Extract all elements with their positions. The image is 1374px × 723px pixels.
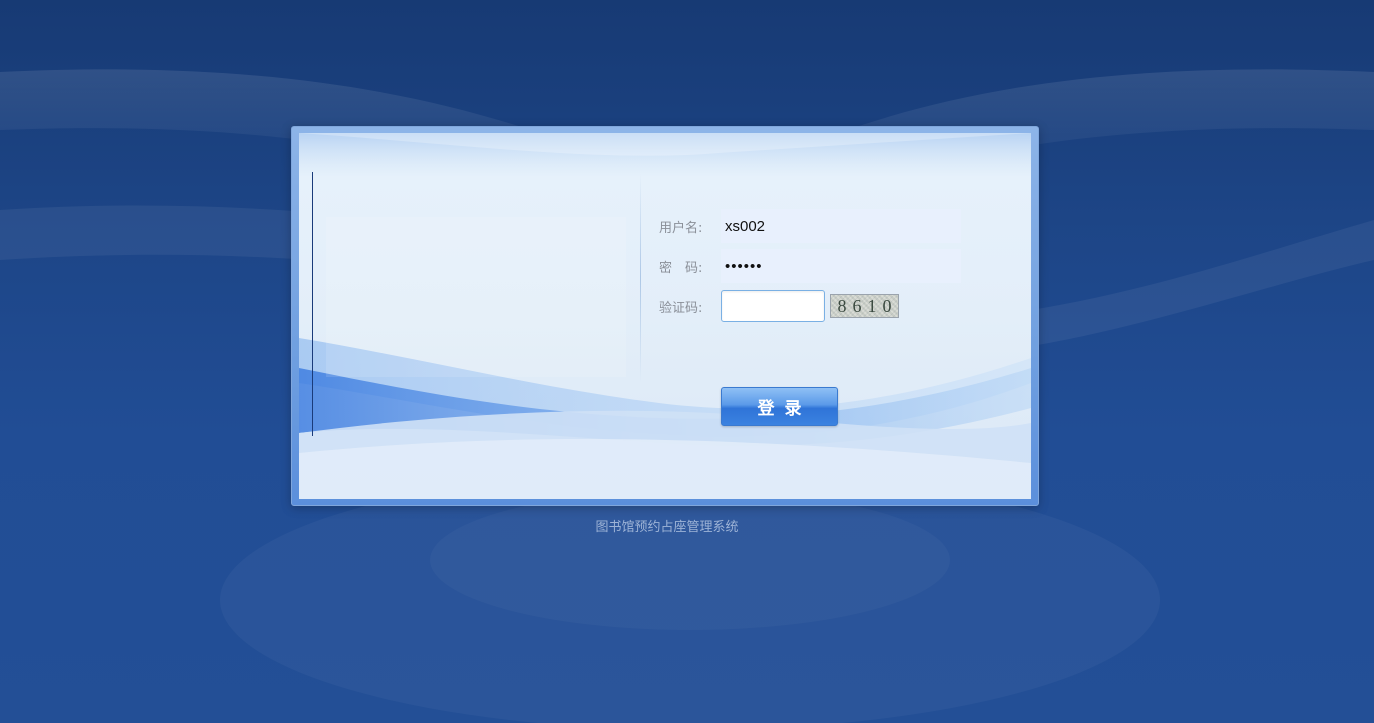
captcha-image[interactable]: 8610 bbox=[830, 294, 899, 318]
username-label: 用户名: bbox=[659, 220, 703, 236]
password-label: 密 码: bbox=[659, 260, 703, 276]
panel-divider bbox=[640, 173, 641, 383]
left-border-line bbox=[312, 172, 313, 436]
captcha-row: 验证码: 8610 bbox=[659, 289, 899, 323]
login-button[interactable]: 登录 bbox=[721, 387, 838, 426]
system-name-footer: 图书馆预约占座管理系统 bbox=[595, 520, 739, 535]
password-input[interactable] bbox=[721, 249, 961, 283]
logo-placeholder bbox=[326, 217, 626, 377]
login-panel-inner: 用户名: 密 码: 验证码: 8610 登录 bbox=[299, 133, 1031, 499]
username-input[interactable] bbox=[721, 209, 961, 243]
login-page: 用户名: 密 码: 验证码: 8610 登录 图书馆预约占座管理系统 bbox=[0, 0, 1374, 723]
captcha-input[interactable] bbox=[721, 290, 825, 322]
login-panel: 用户名: 密 码: 验证码: 8610 登录 bbox=[291, 126, 1039, 506]
captcha-label: 验证码: bbox=[659, 300, 703, 316]
password-row: 密 码: bbox=[659, 249, 961, 283]
username-row: 用户名: bbox=[659, 209, 961, 243]
left-logo-panel bbox=[312, 172, 642, 436]
